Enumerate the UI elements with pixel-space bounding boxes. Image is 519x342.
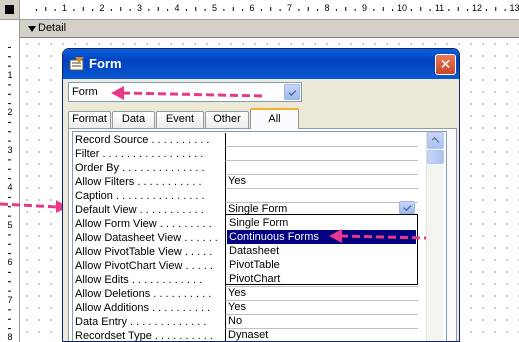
ruler-corner <box>0 0 20 20</box>
ruler-number: 2 <box>99 3 105 13</box>
property-name: Caption . . . . . . . . . . . . . . . <box>75 190 205 202</box>
ruler-number: 12 <box>471 3 482 13</box>
ruler-corner-square <box>5 5 14 14</box>
property-row[interactable]: Allow Additions . . . . . . . . . . Yes <box>73 301 418 315</box>
tab-other[interactable]: Other <box>205 111 249 128</box>
dialog-title: Form <box>89 56 122 71</box>
ruler-number: 7 <box>7 294 13 305</box>
property-name: Allow Deletions . . . . . . . . . . <box>75 288 212 300</box>
property-name: Allow PivotChart View . . . . . <box>75 260 213 272</box>
property-name: Allow Filters . . . . . . . . . . . <box>75 176 202 188</box>
property-list-scrollbar[interactable] <box>426 132 444 341</box>
property-row[interactable]: Recordset Type . . . . . . . . . . Dynase… <box>73 329 418 342</box>
property-name: Allow Edits . . . . . . . . . . . . <box>75 274 203 286</box>
horizontal-ruler[interactable]: 1 2 3 4 5 6 7 8 9 10 11 12 13 <box>20 0 519 20</box>
property-row[interactable]: Data Entry . . . . . . . . . . . . . No <box>73 315 418 329</box>
ruler-number: 4 <box>7 182 13 192</box>
ruler-number: 3 <box>7 144 13 155</box>
chevron-down-icon <box>403 203 412 211</box>
property-row[interactable]: Allow Deletions . . . . . . . . . . Yes <box>73 287 418 301</box>
ruler-number: 8 <box>7 332 13 342</box>
default-view-options-list[interactable]: Single Form Continuous Forms Datasheet P… <box>225 214 418 285</box>
scroll-thumb[interactable] <box>427 150 444 164</box>
ruler-number: 6 <box>249 3 255 13</box>
close-icon: ✕ <box>439 56 452 72</box>
properties-icon <box>69 57 84 71</box>
section-arrow-icon <box>28 26 36 32</box>
detail-section-bar[interactable]: Detail <box>20 20 519 38</box>
property-name: Order By . . . . . . . . . . . . . . <box>75 162 205 174</box>
property-value[interactable] <box>225 161 418 175</box>
detail-section-label: Detail <box>38 22 67 34</box>
ruler-number: 1 <box>7 69 13 80</box>
ruler-number: 8 <box>324 3 330 13</box>
ruler-number: 2 <box>7 107 13 117</box>
scroll-up-button[interactable] <box>427 132 444 149</box>
annotation-arrow-object-selector <box>111 86 264 100</box>
property-name: Default View . . . . . . . . . . . <box>75 204 204 216</box>
chevron-up-icon <box>431 137 440 145</box>
property-value[interactable]: Yes <box>225 301 418 315</box>
ruler-number: 10 <box>396 3 407 13</box>
property-value[interactable] <box>225 133 418 147</box>
property-value[interactable]: Yes <box>225 175 418 189</box>
ruler-number: 7 <box>286 3 292 13</box>
ruler-number: 3 <box>136 3 142 13</box>
property-name: Filter . . . . . . . . . . . . . . . . . <box>75 148 204 160</box>
annotation-arrow-continuous-forms <box>329 229 427 243</box>
tab-event[interactable]: Event <box>156 111 204 128</box>
property-value[interactable]: Yes <box>225 287 418 301</box>
property-name: Data Entry . . . . . . . . . . . . . <box>75 316 207 328</box>
default-view-dropdown-button[interactable] <box>399 201 415 214</box>
property-value[interactable]: No <box>225 315 418 329</box>
property-name: Allow PivotTable View . . . . . <box>75 246 213 258</box>
property-name: Recordset Type . . . . . . . . . . <box>75 330 213 342</box>
ruler-number: 5 <box>211 3 217 13</box>
ruler-number: 6 <box>7 257 13 267</box>
ruler-number: 13 <box>509 3 519 13</box>
property-row[interactable]: Allow Filters . . . . . . . . . . . Yes <box>73 175 418 189</box>
property-name: Allow Form View . . . . . . . . . <box>75 218 212 230</box>
property-value[interactable]: Dynaset <box>225 329 418 341</box>
tab-data[interactable]: Data <box>112 111 155 128</box>
option-pivottable[interactable]: PivotTable <box>227 258 416 272</box>
chevron-down-icon <box>288 88 297 96</box>
object-selector-dropdown-button[interactable] <box>284 84 300 100</box>
property-row[interactable]: Caption . . . . . . . . . . . . . . . <box>73 189 418 203</box>
option-datasheet[interactable]: Datasheet <box>227 244 416 258</box>
annotation-arrow-default-view <box>0 200 68 213</box>
property-name: Allow Additions . . . . . . . . . . <box>75 302 211 314</box>
tab-format[interactable]: Format <box>68 111 111 128</box>
title-bar[interactable]: Form ✕ <box>63 49 459 79</box>
tab-all[interactable]: All <box>250 108 299 129</box>
ruler-number: 9 <box>361 3 367 13</box>
option-pivotchart[interactable]: PivotChart <box>227 272 416 286</box>
property-value[interactable] <box>225 189 418 203</box>
ruler-number: 11 <box>434 3 445 13</box>
object-selector-value: Form <box>72 86 98 98</box>
property-row[interactable]: Record Source . . . . . . . . . . <box>73 133 418 147</box>
property-value[interactable] <box>225 147 418 161</box>
property-row[interactable]: Order By . . . . . . . . . . . . . . <box>73 161 418 175</box>
close-button[interactable]: ✕ <box>435 54 456 75</box>
property-name: Allow Datasheet View . . . . . . <box>75 232 218 244</box>
ruler-number: 4 <box>174 3 180 13</box>
vertical-ruler[interactable]: 1 2 3 4 5 6 7 8 <box>0 20 20 342</box>
ruler-number: 1 <box>61 3 67 13</box>
property-row[interactable]: Filter . . . . . . . . . . . . . . . . . <box>73 147 418 161</box>
property-name: Record Source . . . . . . . . . . <box>75 134 210 146</box>
ruler-number: 5 <box>7 219 13 230</box>
